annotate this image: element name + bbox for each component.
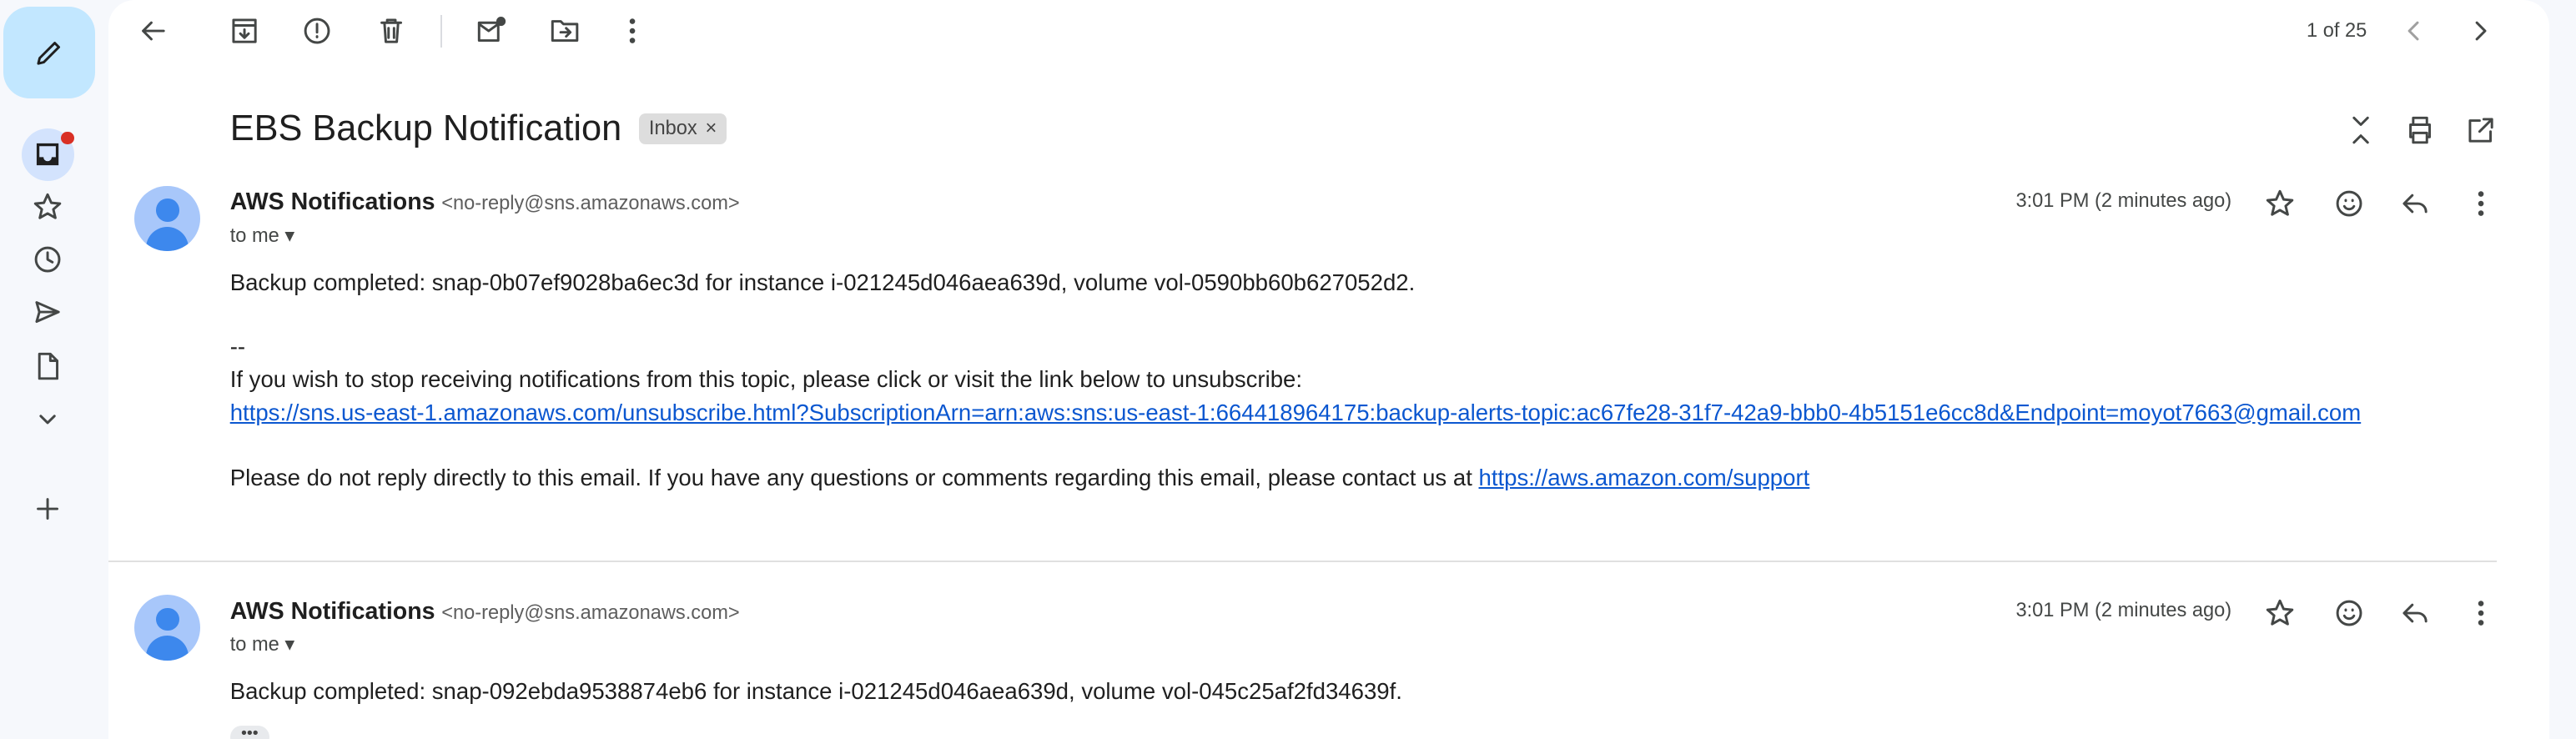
open-new-window-icon[interactable] xyxy=(2461,110,2500,149)
caret-down-icon: ▾ xyxy=(284,634,295,656)
more-vert-icon[interactable] xyxy=(2461,593,2500,632)
footer-text: Please do not reply directly to this ema… xyxy=(229,465,1479,491)
clock-icon[interactable] xyxy=(28,240,67,279)
emoji-icon[interactable] xyxy=(2330,184,2369,224)
message-body: Backup completed: snap-092ebda9538874eb6… xyxy=(229,678,1402,705)
chevron-right-icon[interactable] xyxy=(2461,12,2500,51)
plus-icon[interactable] xyxy=(28,490,67,529)
recipient-text: to me xyxy=(229,634,279,656)
star-icon[interactable] xyxy=(2261,593,2300,632)
avatar[interactable] xyxy=(134,185,201,252)
unread-dot xyxy=(60,131,74,145)
emoji-icon[interactable] xyxy=(2330,593,2369,632)
label-chip-inbox: Inbox × xyxy=(639,113,727,145)
recipient-toggle[interactable]: to me ▾ xyxy=(230,224,295,248)
back-arrow-icon[interactable] xyxy=(133,12,173,51)
sender-line: AWS Notifications <no-reply@sns.amazonaw… xyxy=(230,598,740,626)
avatar[interactable] xyxy=(134,594,201,661)
sender-name: AWS Notifications xyxy=(229,189,435,216)
unsubscribe-text: If you wish to stop receiving notificati… xyxy=(229,366,1303,393)
toolbar-divider xyxy=(440,14,442,48)
reply-icon[interactable] xyxy=(2395,184,2434,224)
report-spam-icon[interactable] xyxy=(297,12,336,51)
sender-line: AWS Notifications <no-reply@sns.amazonaw… xyxy=(230,189,740,216)
signature-separator: -- xyxy=(229,333,246,359)
footer-line: Please do not reply directly to this ema… xyxy=(230,465,1810,491)
recipient-text: to me xyxy=(229,224,279,247)
message-time: 3:01 PM (2 minutes ago) xyxy=(2015,599,2232,621)
pager-text: 1 of 25 xyxy=(2307,19,2367,42)
remove-label-button[interactable]: × xyxy=(706,113,717,144)
compose-button[interactable] xyxy=(3,6,96,99)
star-icon[interactable] xyxy=(2261,184,2300,224)
delete-icon[interactable] xyxy=(371,12,410,51)
draft-icon[interactable] xyxy=(28,347,67,386)
sender-name: AWS Notifications xyxy=(229,597,435,625)
support-link[interactable]: https://aws.amazon.com/support xyxy=(1479,465,1810,490)
sidebar-item-inbox[interactable] xyxy=(21,128,74,181)
more-vert-icon[interactable] xyxy=(613,12,652,51)
print-icon[interactable] xyxy=(2400,110,2439,149)
reply-icon[interactable] xyxy=(2395,593,2434,632)
label-text: Inbox xyxy=(648,117,697,139)
message-body: Backup completed: snap-0b07ef9028ba6ec3d… xyxy=(229,269,1416,295)
pencil-icon xyxy=(29,33,68,72)
archive-icon[interactable] xyxy=(225,12,264,51)
sender-email: <no-reply@sns.amazonaws.com> xyxy=(441,601,740,624)
message-time: 3:01 PM (2 minutes ago) xyxy=(2015,190,2232,213)
collapse-all-icon[interactable] xyxy=(2341,110,2380,149)
chevron-left-icon[interactable] xyxy=(2393,12,2433,51)
show-trimmed-button[interactable]: ••• xyxy=(229,726,269,739)
mark-unread-icon[interactable] xyxy=(471,12,511,51)
send-icon[interactable] xyxy=(28,293,67,332)
subject-title: EBS Backup Notification xyxy=(229,108,622,148)
recipient-toggle[interactable]: to me ▾ xyxy=(230,632,295,656)
caret-down-icon: ▾ xyxy=(284,224,295,247)
more-vert-icon[interactable] xyxy=(2461,184,2500,224)
message-divider xyxy=(108,560,2498,562)
star-icon[interactable] xyxy=(28,188,67,227)
move-to-icon[interactable] xyxy=(546,12,585,51)
unsubscribe-link[interactable]: https://sns.us-east-1.amazonaws.com/unsu… xyxy=(230,400,2362,426)
chevron-down-icon[interactable] xyxy=(28,400,67,439)
sender-email: <no-reply@sns.amazonaws.com> xyxy=(441,193,740,215)
